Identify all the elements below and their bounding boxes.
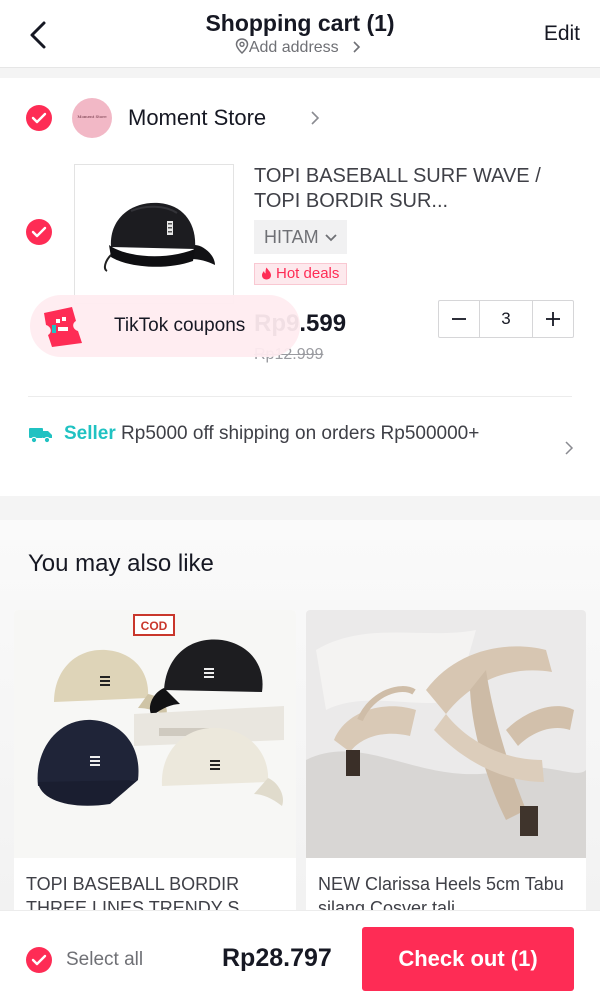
checkmark-icon xyxy=(31,112,47,124)
total-price: Rp28.797 xyxy=(222,944,332,972)
chevron-right-icon[interactable] xyxy=(564,440,574,456)
hot-deals-label: Hot deals xyxy=(276,265,340,282)
quantity-value[interactable]: 3 xyxy=(479,301,533,337)
cod-label: COD xyxy=(141,619,168,633)
tiktok-coupons-button[interactable]: TikTok coupons xyxy=(30,295,300,357)
shipping-promo-text: Rp5000 off shipping on orders Rp500000+ xyxy=(121,423,480,444)
select-all-label[interactable]: Select all xyxy=(66,949,143,971)
divider xyxy=(28,396,572,397)
quantity-stepper: 3 xyxy=(438,300,574,338)
plus-icon xyxy=(546,312,560,326)
recommendations-section: You may also like COD TOPI BASEBALL BORD… xyxy=(0,520,600,910)
product-title[interactable]: TOPI BASEBALL SURF WAVE / TOPI BORDIR SU… xyxy=(254,164,584,214)
seller-label: Seller xyxy=(64,423,116,444)
coupon-ticket-icon xyxy=(44,307,82,347)
recommended-product-card[interactable]: NEW Clarissa Heels 5cm Tabu silang Cosve… xyxy=(306,610,586,910)
store-name[interactable]: Moment Store xyxy=(128,105,266,131)
recommendations-title: You may also like xyxy=(28,550,214,577)
checkout-button[interactable]: Check out (1) xyxy=(362,927,574,991)
select-all-checkbox[interactable] xyxy=(26,947,52,973)
checkout-bar: Select all Rp28.797 Check out (1) xyxy=(0,910,600,1000)
checkmark-icon xyxy=(31,226,47,238)
increase-quantity-button[interactable] xyxy=(533,301,573,337)
flame-icon xyxy=(262,267,271,280)
decrease-quantity-button[interactable] xyxy=(439,301,479,337)
add-address-label: Add address xyxy=(248,39,339,56)
minus-icon xyxy=(452,318,466,320)
variant-selector[interactable]: HITAM xyxy=(254,220,347,254)
store-logo[interactable]: Moment Store xyxy=(72,98,112,138)
baseball-cap-image xyxy=(103,202,215,272)
checkmark-icon xyxy=(31,954,47,966)
header-bar: Shopping cart (1) Add address Edit xyxy=(0,0,600,68)
hot-deals-badge: Hot deals xyxy=(254,263,348,285)
edit-button[interactable]: Edit xyxy=(544,22,580,46)
shipping-promo[interactable]: Seller Rp5000 off shipping on orders Rp5… xyxy=(28,422,528,446)
product-image[interactable] xyxy=(74,164,234,304)
tiktok-coupons-label: TikTok coupons xyxy=(114,315,246,336)
page-title: Shopping cart (1) xyxy=(205,10,395,36)
cart-store-card: Moment Store Moment Store TOPI BASEBALL … xyxy=(0,78,600,496)
item-checkbox[interactable] xyxy=(26,219,52,245)
variant-label: HITAM xyxy=(264,227,319,247)
chevron-right-icon xyxy=(353,41,361,53)
recommended-product-card[interactable]: COD TOPI BASEBALL BORDIR THREE LINES TRE… xyxy=(14,610,296,910)
location-pin-icon xyxy=(235,38,249,55)
store-checkbox[interactable] xyxy=(26,105,52,131)
recommended-product-name: TOPI BASEBALL BORDIR THREE LINES TRENDY … xyxy=(26,874,255,910)
recommended-product-name: NEW Clarissa Heels 5cm Tabu silang Cosve… xyxy=(318,874,564,910)
heels-product-image xyxy=(306,610,586,858)
chevron-down-icon xyxy=(325,234,337,242)
chevron-right-icon[interactable] xyxy=(308,110,322,126)
add-address-link[interactable]: Add address xyxy=(0,38,600,57)
caps-product-image: COD xyxy=(14,610,296,858)
